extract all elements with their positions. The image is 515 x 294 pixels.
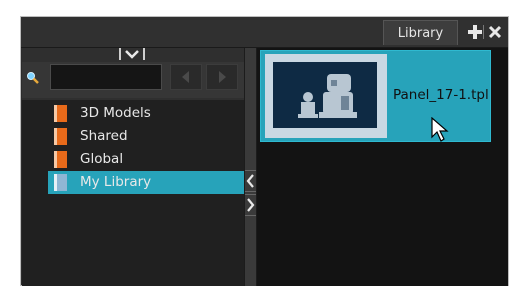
tree-item-label: My Library	[80, 174, 152, 190]
template-thumbnail	[273, 62, 377, 128]
forward-button[interactable]	[206, 64, 238, 90]
library-book-icon	[54, 128, 67, 145]
back-button[interactable]	[170, 64, 202, 90]
library-book-icon	[54, 105, 67, 122]
tree-item-3d-models[interactable]: 3D Models	[48, 102, 244, 125]
panel-splitter[interactable]	[244, 48, 257, 286]
tree-item-shared[interactable]: Shared	[48, 125, 244, 148]
tab-library[interactable]: Library	[383, 20, 458, 45]
mouse-cursor-icon	[431, 117, 449, 142]
library-contents-panel: Panel_17-1.tpl	[257, 48, 508, 286]
library-tree-panel: 3D Models Shared Global My Library	[22, 48, 244, 286]
library-book-icon	[54, 174, 67, 191]
library-tree: 3D Models Shared Global My Library	[22, 100, 244, 286]
tree-item-my-library[interactable]: My Library	[48, 171, 244, 194]
search-icon	[27, 72, 39, 84]
window-titlebar: Library	[21, 17, 508, 48]
chevron-right-icon	[247, 198, 255, 212]
library-window: Library 3D Models Shared Global My Libra…	[20, 16, 509, 286]
collapse-left-button[interactable]	[245, 170, 256, 192]
forward-arrow-icon	[219, 71, 226, 83]
tree-item-label: Global	[80, 151, 124, 167]
tree-item-global[interactable]: Global	[48, 148, 244, 171]
back-arrow-icon	[182, 71, 189, 83]
collapse-right-button[interactable]	[245, 194, 256, 216]
plus-icon[interactable]	[467, 23, 483, 41]
library-item[interactable]: Panel_17-1.tpl	[260, 50, 491, 142]
search-input[interactable]	[50, 64, 162, 90]
tree-item-label: Shared	[80, 128, 128, 144]
chevron-left-icon	[246, 174, 254, 188]
item-thumbnail-frame	[265, 54, 387, 138]
chevron-down-icon[interactable]	[118, 48, 146, 60]
tree-item-label: 3D Models	[80, 105, 151, 121]
search-bar	[22, 62, 244, 98]
library-book-icon	[54, 151, 67, 168]
item-name-label: Panel_17-1.tpl	[393, 87, 489, 103]
close-icon[interactable]	[487, 23, 503, 41]
titlebar-separator	[483, 25, 484, 39]
